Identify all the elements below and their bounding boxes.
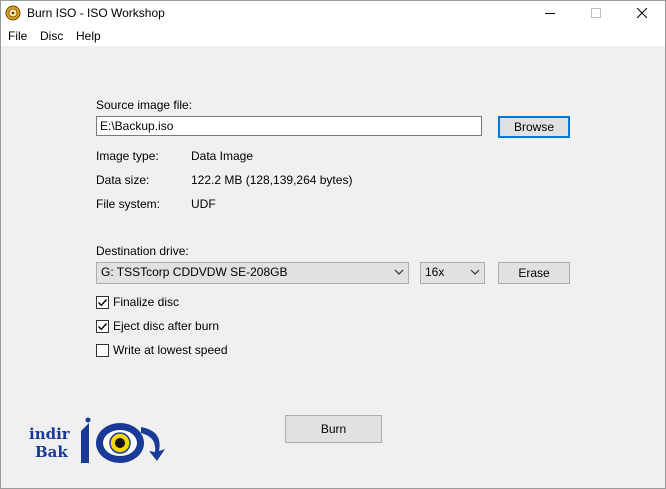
eject-disc-label: Eject disc after burn bbox=[113, 319, 220, 333]
destination-drive-label: Destination drive: bbox=[96, 244, 189, 258]
speed-select[interactable]: 16x bbox=[420, 262, 485, 284]
minimize-button[interactable] bbox=[527, 1, 573, 27]
destination-drive-select[interactable]: G: TSSTcorp CDDVDW SE-208GB bbox=[96, 262, 409, 284]
menu-file[interactable]: File bbox=[8, 29, 27, 43]
destination-drive-value: G: TSSTcorp CDDVDW SE-208GB bbox=[101, 265, 288, 279]
maximize-icon bbox=[591, 7, 601, 21]
disc-burn-icon bbox=[5, 5, 21, 21]
data-size-value: 122.2 MB (128,139,264 bytes) bbox=[191, 173, 353, 187]
image-type-label: Image type: bbox=[96, 149, 159, 163]
burn-iso-window: Burn ISO - ISO Workshop File Disc Help S… bbox=[0, 0, 666, 489]
title-bar: Burn ISO - ISO Workshop bbox=[1, 1, 665, 27]
finalize-disc-label: Finalize disc bbox=[113, 295, 180, 309]
file-system-value: UDF bbox=[191, 197, 216, 211]
finalize-disc-option[interactable]: Finalize disc bbox=[96, 294, 179, 310]
burn-button[interactable]: Burn bbox=[285, 415, 382, 443]
erase-button[interactable]: Erase bbox=[498, 262, 570, 284]
data-size-label: Data size: bbox=[96, 173, 150, 187]
close-icon bbox=[636, 7, 648, 21]
source-image-label: Source image file: bbox=[96, 98, 193, 112]
window-title: Burn ISO - ISO Workshop bbox=[27, 6, 165, 20]
lowest-speed-checkbox[interactable] bbox=[96, 343, 109, 357]
menu-help[interactable]: Help bbox=[76, 29, 101, 43]
minimize-icon bbox=[545, 7, 555, 21]
maximize-button[interactable] bbox=[573, 1, 619, 27]
speed-value: 16x bbox=[425, 265, 445, 279]
menu-bar: File Disc Help bbox=[1, 27, 665, 46]
logo-text-line1: indir bbox=[29, 425, 70, 443]
menu-disc[interactable]: Disc bbox=[40, 29, 63, 43]
chevron-down-icon bbox=[469, 266, 481, 278]
close-button[interactable] bbox=[619, 1, 665, 27]
eject-disc-option[interactable]: Eject disc after burn bbox=[96, 318, 219, 334]
file-system-label: File system: bbox=[96, 197, 161, 211]
finalize-disc-checkbox[interactable] bbox=[96, 295, 109, 309]
lowest-speed-option[interactable]: Write at lowest speed bbox=[96, 342, 228, 358]
eject-disc-checkbox[interactable] bbox=[96, 319, 109, 333]
lowest-speed-label: Write at lowest speed bbox=[113, 343, 228, 357]
image-type-value: Data Image bbox=[191, 149, 254, 163]
indirbak-logo: indir Bak bbox=[29, 415, 175, 471]
logo-text-line2: Bak bbox=[35, 443, 68, 461]
chevron-down-icon bbox=[393, 266, 405, 278]
browse-button[interactable]: Browse bbox=[498, 116, 570, 138]
source-image-input[interactable]: E:\Backup.iso bbox=[96, 116, 482, 136]
eye-logo-icon bbox=[75, 417, 171, 472]
